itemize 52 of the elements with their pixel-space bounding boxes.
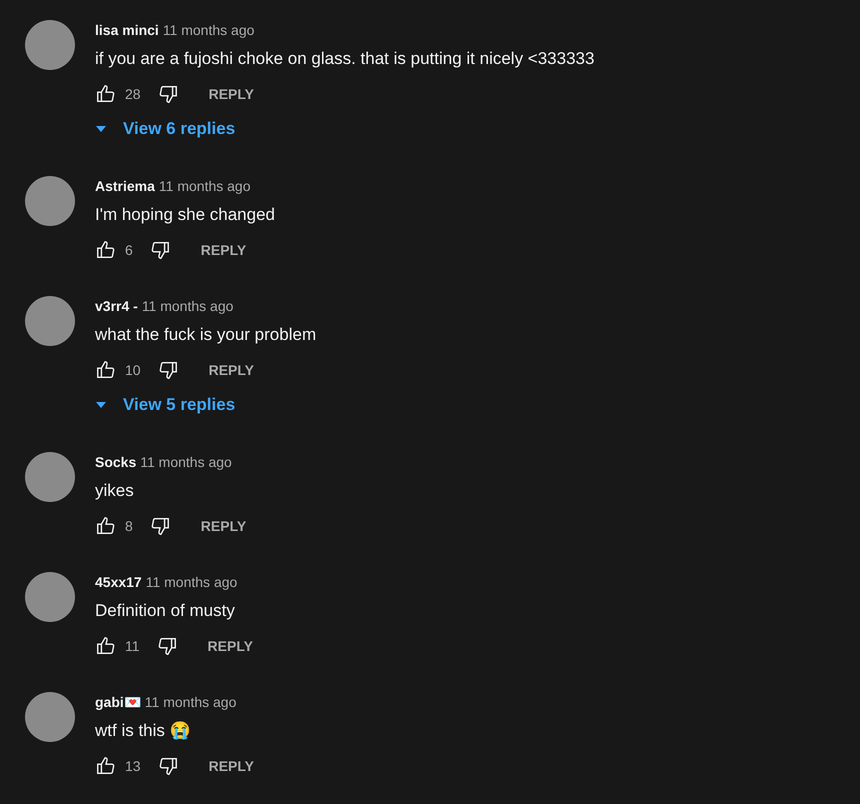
avatar-photo-placeholder[interactable] <box>25 572 75 622</box>
comment-text: what the fuck is your problem <box>95 324 316 346</box>
like-count: 10 <box>125 360 141 380</box>
thumbs-up-icon[interactable] <box>95 83 117 105</box>
author-name[interactable]: Astriema <box>95 178 155 194</box>
thumbs-up-icon[interactable] <box>95 515 117 537</box>
author-name[interactable]: lisa minci <box>95 22 159 38</box>
view-replies-button[interactable]: View 5 replies <box>95 390 236 420</box>
comment-time[interactable]: 11 months ago <box>142 298 234 314</box>
like-count: 8 <box>125 516 133 536</box>
comment-time[interactable]: 11 months ago <box>144 694 236 710</box>
view-replies-button[interactable]: View 6 replies <box>95 114 236 144</box>
reply-button[interactable]: REPLY <box>190 236 256 264</box>
thumbs-down-icon[interactable] <box>156 83 179 105</box>
thumbs-up-icon[interactable] <box>95 635 117 657</box>
author-name[interactable]: Socks <box>95 454 136 470</box>
like-count: 6 <box>125 240 133 260</box>
author-name[interactable]: v3rr4 - <box>95 298 138 314</box>
avatar-photo-placeholder[interactable] <box>25 296 75 346</box>
like-count: 28 <box>125 84 141 104</box>
comment-time[interactable]: 11 months ago <box>158 178 251 194</box>
comment-text: I'm hoping she changed <box>95 204 275 226</box>
avatar-photo-placeholder[interactable] <box>25 692 75 742</box>
thumbs-down-icon[interactable] <box>148 239 171 261</box>
reply-button[interactable]: REPLY <box>198 80 264 108</box>
avatar-photo-placeholder[interactable] <box>25 452 75 502</box>
thumbs-down-icon[interactable] <box>156 755 179 777</box>
caret-icon <box>95 401 107 409</box>
thumbs-up-icon[interactable] <box>95 359 117 381</box>
author-name[interactable]: 45xx17 <box>95 574 142 590</box>
reply-button[interactable]: REPLY <box>198 632 263 660</box>
comment-text: if you are a fujoshi choke on glass. that is putting it nicely <333333 <box>95 48 594 70</box>
comment-text: wtf is this 😭 <box>95 720 192 742</box>
comment-text: yikes <box>95 480 135 502</box>
reply-button[interactable]: REPLY <box>190 512 256 540</box>
reply-button[interactable]: REPLY <box>198 356 264 384</box>
comment-text: Definition of musty <box>95 600 236 622</box>
thumbs-up-icon[interactable] <box>95 755 117 777</box>
thumbs-down-icon[interactable] <box>156 635 178 657</box>
avatar-photo-placeholder[interactable] <box>25 20 75 70</box>
thumbs-down-icon[interactable] <box>148 515 171 537</box>
caret-icon <box>95 125 107 133</box>
comment-time[interactable]: 11 months ago <box>140 454 232 470</box>
thumbs-down-icon[interactable] <box>156 359 179 381</box>
like-count: 13 <box>125 756 141 776</box>
reply-button[interactable]: REPLY <box>198 752 264 780</box>
author-name[interactable]: gabi💌 <box>95 694 141 710</box>
comment-time[interactable]: 11 months ago <box>146 574 238 590</box>
avatar-photo-placeholder[interactable] <box>25 176 75 226</box>
like-count: 11 <box>125 636 140 656</box>
thumbs-up-icon[interactable] <box>95 239 117 261</box>
comment-time[interactable]: 11 months ago <box>162 22 254 38</box>
